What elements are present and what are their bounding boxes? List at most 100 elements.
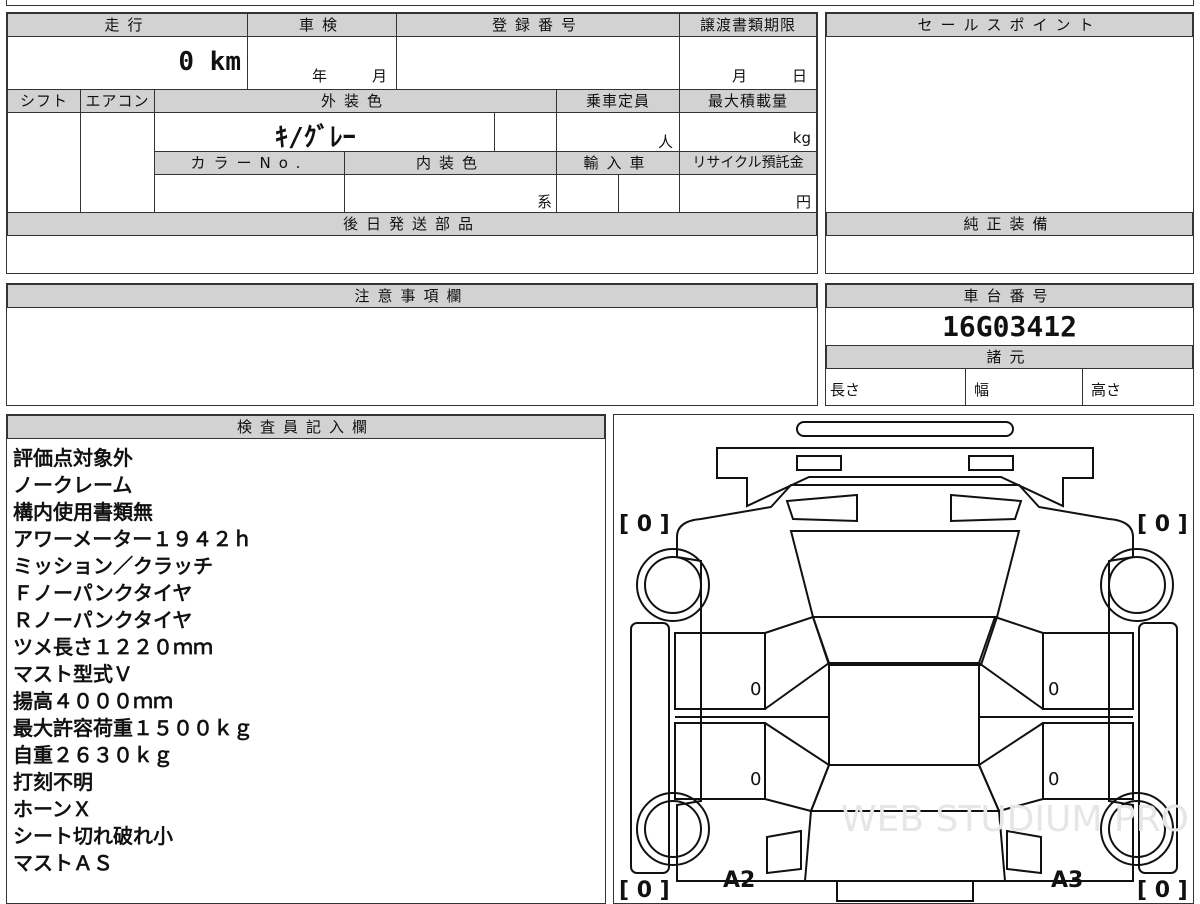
step-left-upper-shape bbox=[764, 615, 831, 710]
import-label: 輸入車 bbox=[556, 151, 680, 175]
vehicle-info-table: 走行 車検 登録番号 譲渡書類期限 0 km 年 月 月 日 シフト エアコン … bbox=[6, 12, 818, 274]
inspector-notes: 評価点対象外 ノークレーム 構内使用書類無 アワーメーター１９４２ｈ ミッション… bbox=[13, 445, 253, 877]
tire-rear-left-mark: [ 0 ] bbox=[619, 878, 670, 903]
capacity-cell: 人 bbox=[556, 112, 680, 152]
condition-diagram-box: WEB STUDIUM PRO [ 0 ] [ 0 ] [ 0 ] [ 0 ] … bbox=[613, 414, 1194, 904]
cab-shape bbox=[811, 616, 999, 666]
import-cell-b bbox=[618, 174, 680, 213]
note-line: シート切れ破れ小 bbox=[13, 824, 173, 848]
step-right-upper-shape bbox=[977, 615, 1044, 710]
transfer-deadline-cell: 月 日 bbox=[679, 36, 817, 90]
spec-length-cell: 長さ bbox=[826, 368, 966, 405]
note-line: 自重２６３０ｋｇ bbox=[13, 743, 173, 767]
transfer-day-unit: 日 bbox=[792, 67, 808, 85]
upper-frame-shape bbox=[716, 447, 1094, 508]
exterior-color-cell: ｷ/ｸﾞﾚｰ bbox=[154, 112, 495, 153]
step-right-lower-shape bbox=[977, 722, 1044, 813]
specs-label: 諸元 bbox=[826, 345, 1193, 369]
inspector-label: 検査員記入欄 bbox=[7, 415, 605, 439]
inspector-box: 検査員記入欄 評価点対象外 ノークレーム 構内使用書類無 アワーメーター１９４２… bbox=[6, 414, 606, 904]
note-line: Ｆノーパンクタイヤ bbox=[13, 581, 193, 605]
note-line: 揚高４０００ｍｍ bbox=[13, 689, 173, 713]
damage-mark-a3: A3 bbox=[1051, 868, 1083, 893]
light-right-shape bbox=[968, 455, 1014, 471]
transfer-deadline-label: 譲渡書類期限 bbox=[679, 13, 817, 37]
mileage-value: 0 km bbox=[178, 47, 241, 77]
spec-width-label: 幅 bbox=[974, 381, 990, 399]
note-line: ホーンＸ bbox=[13, 797, 92, 821]
forklift-diagram: WEB STUDIUM PRO [ 0 ] [ 0 ] [ 0 ] [ 0 ] … bbox=[619, 421, 1189, 903]
mirror-left-shape bbox=[785, 493, 858, 523]
inspection-label: 車検 bbox=[247, 13, 397, 37]
chassis-box: 車台番号 16G03412 諸元 長さ 幅 高さ bbox=[825, 283, 1194, 406]
exterior-color-value: ｷ/ｸﾞﾚｰ bbox=[275, 123, 356, 153]
hood-shape bbox=[789, 530, 1021, 618]
recycle-unit: 円 bbox=[795, 193, 811, 211]
tire-rear-right-mark: [ 0 ] bbox=[1137, 878, 1188, 903]
caution-label: 注意事項欄 bbox=[7, 284, 817, 308]
mileage-label: 走行 bbox=[7, 13, 248, 37]
step-left-lower-shape bbox=[764, 722, 831, 813]
shift-label: シフト bbox=[7, 89, 81, 113]
panel-right-upper-mark: 0 bbox=[1048, 679, 1059, 700]
top-strip bbox=[6, 0, 1194, 6]
tire-front-right-shape bbox=[1100, 548, 1174, 622]
spec-height-label: 高さ bbox=[1091, 381, 1122, 399]
shift-cell bbox=[7, 112, 81, 213]
seat-block-shape bbox=[828, 662, 980, 766]
tire-front-left-mark: [ 0 ] bbox=[619, 512, 670, 537]
note-line: ツメ長さ１２２０ｍｍ bbox=[13, 635, 213, 659]
light-left-shape bbox=[796, 455, 842, 471]
watermark: WEB STUDIUM PRO bbox=[841, 799, 1189, 840]
max-load-label: 最大積載量 bbox=[679, 89, 817, 113]
transfer-month-unit: 月 bbox=[732, 67, 748, 85]
sale-points-label: セールスポイント bbox=[826, 13, 1193, 37]
mirror-right-shape bbox=[950, 493, 1023, 523]
panel-left-upper-mark: 0 bbox=[750, 679, 761, 700]
chassis-label: 車台番号 bbox=[826, 284, 1193, 308]
damage-mark-a2: A2 bbox=[723, 868, 755, 893]
chassis-number: 16G03412 bbox=[942, 310, 1077, 343]
registration-cell bbox=[396, 36, 680, 90]
spec-height-cell: 高さ bbox=[1082, 368, 1193, 405]
note-line: 最大許容荷重１５００ｋｇ bbox=[13, 716, 253, 740]
interior-color-cell: 系 bbox=[344, 174, 557, 213]
panel-right-lower-mark: 0 bbox=[1048, 769, 1059, 790]
capacity-label: 乗車定員 bbox=[556, 89, 680, 113]
spec-width-cell: 幅 bbox=[965, 368, 1083, 405]
note-line: 評価点対象外 bbox=[13, 446, 133, 470]
sale-points-box: セールスポイント 純正装備 bbox=[825, 12, 1194, 274]
tire-front-left-shape bbox=[636, 548, 710, 622]
note-line: ミッション／クラッチ bbox=[13, 554, 213, 578]
note-line: アワーメーター１９４２ｈ bbox=[13, 527, 253, 551]
bumper-left-shape bbox=[766, 829, 802, 875]
inspection-month-unit: 月 bbox=[372, 67, 388, 85]
inspection-cell: 年 月 bbox=[247, 36, 397, 90]
note-line: 打刻不明 bbox=[13, 770, 93, 794]
aircon-label: エアコン bbox=[80, 89, 155, 113]
caution-box: 注意事項欄 bbox=[6, 283, 818, 406]
later-parts-label: 後日発送部品 bbox=[7, 212, 817, 236]
tire-rear-left-shape bbox=[636, 792, 710, 866]
interior-color-unit: 系 bbox=[536, 193, 552, 211]
inspection-year-unit: 年 bbox=[312, 67, 328, 85]
tire-front-left-inner-shape bbox=[644, 556, 702, 614]
exterior-color-label: 外装色 bbox=[154, 89, 557, 113]
exterior-color-sub-cell bbox=[494, 112, 557, 152]
aircon-cell bbox=[80, 112, 155, 213]
note-line: 構内使用書類無 bbox=[13, 500, 153, 524]
mileage-cell: 0 km bbox=[7, 36, 248, 90]
interior-color-label: 内装色 bbox=[344, 151, 557, 175]
tire-front-right-mark: [ 0 ] bbox=[1137, 512, 1188, 537]
recycle-label: リサイクル預託金 bbox=[679, 151, 817, 175]
import-cell-a bbox=[556, 174, 619, 213]
recycle-cell: 円 bbox=[679, 174, 817, 213]
top-bar-shape bbox=[796, 421, 1014, 437]
capacity-unit: 人 bbox=[657, 133, 673, 151]
registration-label: 登録番号 bbox=[396, 13, 680, 37]
spec-length-label: 長さ bbox=[830, 381, 861, 399]
tire-rear-left-inner-shape bbox=[644, 800, 702, 858]
note-line: Ｒノーパンクタイヤ bbox=[13, 608, 193, 632]
note-line: マストＡＳ bbox=[13, 851, 113, 875]
max-load-cell: kg bbox=[679, 112, 817, 152]
